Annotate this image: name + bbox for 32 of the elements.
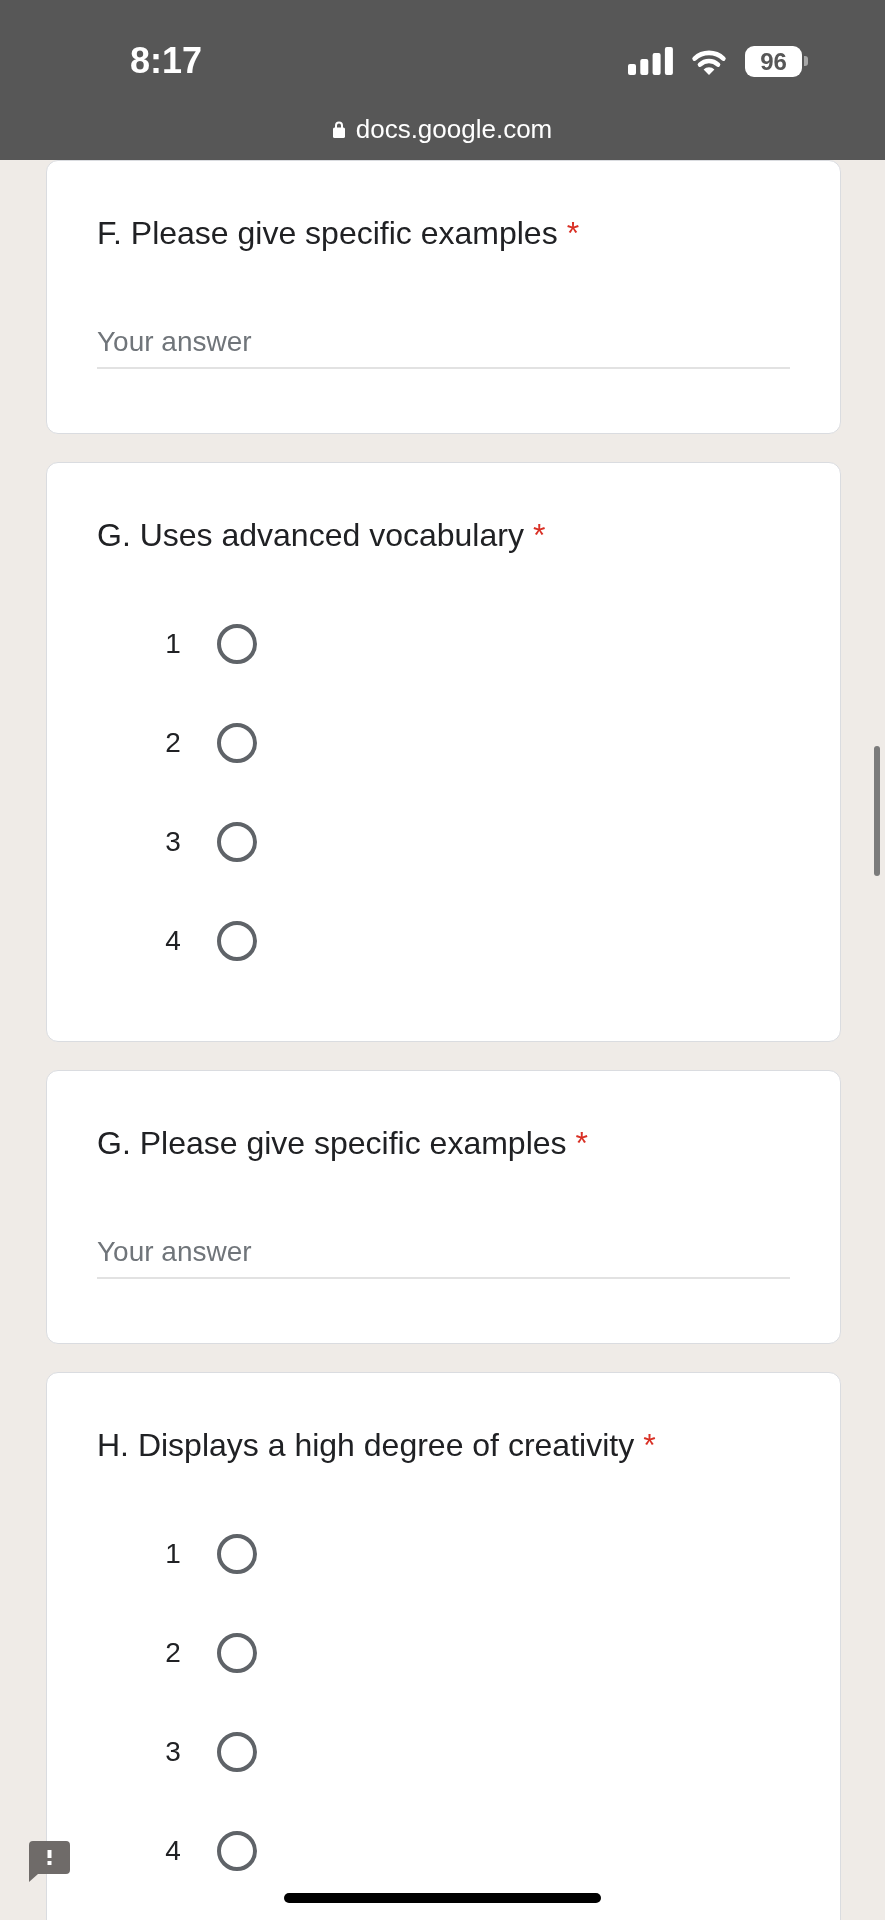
question-title: F. Please give specific examples: [97, 214, 558, 253]
status-time: 8:17: [130, 39, 203, 83]
exclamation-bubble-icon[interactable]: [29, 1841, 70, 1882]
scale-number: 1: [164, 1538, 182, 1570]
answer-field[interactable]: Your answer: [97, 317, 790, 369]
required-asterisk: *: [532, 516, 546, 555]
signal-icon: [628, 47, 673, 75]
lock-icon: [332, 120, 345, 138]
scale-number: 2: [164, 1637, 182, 1669]
radio-button[interactable]: [217, 921, 257, 961]
scale-number: 2: [164, 727, 182, 759]
required-asterisk: *: [643, 1426, 656, 1465]
scale-number: 4: [164, 1835, 182, 1867]
radio-button[interactable]: [217, 624, 257, 664]
address-url[interactable]: docs.google.com: [355, 112, 553, 146]
radio-button[interactable]: [217, 822, 257, 862]
battery-indicator: 96: [745, 45, 808, 77]
question-title: G. Please give specific examples: [97, 1124, 567, 1163]
question-title: G. Uses advanced vocabulary: [97, 516, 524, 555]
scale-number: 4: [164, 925, 182, 957]
question-title: H. Displays a high degree of creativity: [97, 1426, 635, 1465]
radio-button[interactable]: [217, 1831, 257, 1871]
required-asterisk: *: [566, 214, 580, 253]
answer-field[interactable]: Your answer: [97, 1227, 790, 1279]
radio-button[interactable]: [217, 1633, 257, 1673]
scale-number: 3: [164, 826, 182, 858]
radio-button[interactable]: [217, 1534, 257, 1574]
scale-number: 3: [164, 1736, 182, 1768]
radio-button[interactable]: [217, 1732, 257, 1772]
scale-number: 1: [164, 628, 182, 660]
radio-button[interactable]: [217, 723, 257, 763]
required-asterisk: *: [575, 1124, 588, 1163]
